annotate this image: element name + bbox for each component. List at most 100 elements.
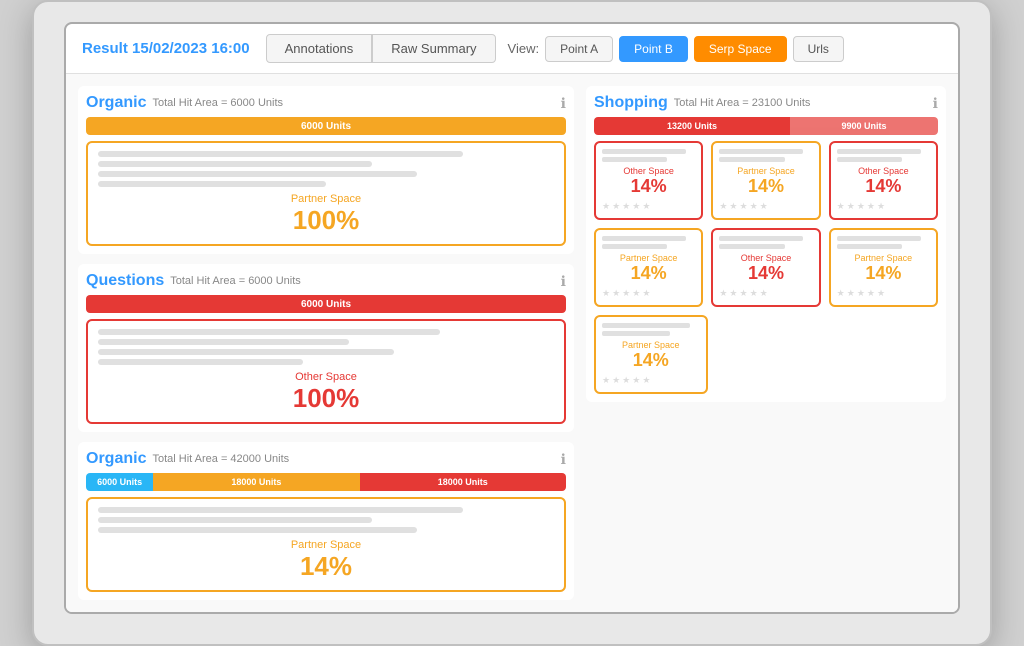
shop-card-2-stars: ★ ★ ★ ★ ★ [719, 201, 812, 212]
view-serp-space[interactable]: Serp Space [694, 36, 787, 62]
shop-card-3-label: Other Space [837, 166, 930, 176]
shop-card-1-lines [602, 149, 695, 162]
line [98, 151, 463, 157]
organic1-subtitle: Total Hit Area = 6000 Units [152, 97, 283, 109]
shop-card-5: Other Space 14% ★ ★ ★ ★ ★ [711, 228, 820, 307]
line [602, 331, 670, 336]
view-urls[interactable]: Urls [793, 36, 844, 62]
line [602, 157, 667, 162]
organic2-bar-seg1: 6000 Units [86, 473, 153, 491]
shop-bottom-lines [602, 323, 700, 336]
header: Result 15/02/2023 16:00 Annotations Raw … [66, 24, 958, 74]
line [837, 236, 921, 241]
line [719, 244, 784, 249]
shop-card-3-percent: 14% [837, 176, 930, 197]
view-point-b[interactable]: Point B [619, 36, 688, 62]
organic2-info-icon: ℹ [561, 451, 566, 468]
line [98, 349, 394, 355]
line [98, 507, 463, 513]
shop-card-2-label: Partner Space [719, 166, 812, 176]
organic-section-2: Organic Total Hit Area = 42000 Units ℹ 6… [78, 442, 574, 600]
line [719, 157, 784, 162]
tab-raw-summary[interactable]: Raw Summary [372, 34, 495, 63]
shopping-bar-seg2: 9900 Units [790, 117, 938, 135]
shop-card-4-stars: ★ ★ ★ ★ ★ [602, 288, 695, 299]
organic1-card-label: Partner Space [98, 193, 554, 205]
shop-card-4-label: Partner Space [602, 253, 695, 263]
shop-card-6: Partner Space 14% ★ ★ ★ ★ ★ [829, 228, 938, 307]
organic2-card-label: Partner Space [98, 539, 554, 551]
shop-card-1-percent: 14% [602, 176, 695, 197]
view-point-a[interactable]: Point A [545, 36, 613, 62]
shop-card-6-lines [837, 236, 930, 249]
shop-card-3: Other Space 14% ★ ★ ★ ★ ★ [829, 141, 938, 220]
shop-card-5-percent: 14% [719, 263, 812, 284]
shop-card-6-percent: 14% [837, 263, 930, 284]
screen: Result 15/02/2023 16:00 Annotations Raw … [64, 22, 960, 614]
organic2-subtitle: Total Hit Area = 42000 Units [152, 453, 289, 465]
line [98, 527, 417, 533]
shop-card-3-stars: ★ ★ ★ ★ ★ [837, 201, 930, 212]
organic2-title: Organic [86, 450, 146, 468]
organic1-card-lines [98, 151, 554, 187]
line [719, 236, 803, 241]
organic1-title: Organic [86, 94, 146, 112]
organic2-bar-seg3: 18000 Units [360, 473, 566, 491]
left-column: Organic Total Hit Area = 6000 Units ℹ 60… [78, 86, 574, 600]
shop-card-1-stars: ★ ★ ★ ★ ★ [602, 201, 695, 212]
questions-bar-segment: 6000 Units [86, 295, 566, 313]
line [837, 149, 921, 154]
questions-card-label: Other Space [98, 371, 554, 383]
shopping-grid-row2: Partner Space 14% ★ ★ ★ ★ ★ [594, 228, 938, 307]
laptop-shell: Result 15/02/2023 16:00 Annotations Raw … [32, 0, 992, 646]
shopping-header: Shopping Total Hit Area = 23100 Units ℹ [594, 94, 938, 112]
organic1-info-icon: ℹ [561, 95, 566, 112]
shopping-bar-seg1: 13200 Units [594, 117, 790, 135]
questions-card-lines [98, 329, 554, 365]
shop-card-2: Partner Space 14% ★ ★ ★ ★ ★ [711, 141, 820, 220]
organic2-header: Organic Total Hit Area = 42000 Units ℹ [86, 450, 566, 468]
organic2-card: Partner Space 14% [86, 497, 566, 592]
organic2-card-lines [98, 507, 554, 533]
shop-card-1-label: Other Space [602, 166, 695, 176]
line [602, 323, 690, 328]
shopping-bottom-single: Partner Space 14% ★ ★ ★ ★ ★ [594, 315, 708, 394]
questions-subtitle: Total Hit Area = 6000 Units [170, 275, 301, 287]
line [98, 329, 440, 335]
line [602, 236, 686, 241]
view-label: View: [508, 41, 540, 56]
organic1-bar-segment: 6000 Units [86, 117, 566, 135]
questions-card: Other Space 100% [86, 319, 566, 424]
questions-title: Questions [86, 272, 164, 290]
shop-card-5-label: Other Space [719, 253, 812, 263]
organic1-card: Partner Space 100% [86, 141, 566, 246]
line [719, 149, 803, 154]
shopping-info-icon: ℹ [933, 95, 938, 112]
line [98, 181, 326, 187]
shop-card-5-stars: ★ ★ ★ ★ ★ [719, 288, 812, 299]
tab-annotations[interactable]: Annotations [266, 34, 373, 63]
questions-card-percent: 100% [98, 383, 554, 414]
organic1-bar: 6000 Units [86, 117, 566, 135]
questions-header: Questions Total Hit Area = 6000 Units ℹ [86, 272, 566, 290]
shop-card-2-lines [719, 149, 812, 162]
line [602, 149, 686, 154]
shop-card-4: Partner Space 14% ★ ★ ★ ★ ★ [594, 228, 703, 307]
shop-card-6-stars: ★ ★ ★ ★ ★ [837, 288, 930, 299]
organic2-bar-seg2: 18000 Units [153, 473, 359, 491]
shop-card-4-lines [602, 236, 695, 249]
shop-card-1: Other Space 14% ★ ★ ★ ★ ★ [594, 141, 703, 220]
organic2-card-percent: 14% [98, 551, 554, 582]
right-column: Shopping Total Hit Area = 23100 Units ℹ … [586, 86, 946, 600]
shopping-subtitle: Total Hit Area = 23100 Units [674, 97, 811, 109]
shop-card-5-lines [719, 236, 812, 249]
organic1-card-percent: 100% [98, 205, 554, 236]
main-content: Organic Total Hit Area = 6000 Units ℹ 60… [66, 74, 958, 612]
result-title: Result 15/02/2023 16:00 [82, 40, 250, 57]
organic1-header: Organic Total Hit Area = 6000 Units ℹ [86, 94, 566, 112]
line [602, 244, 667, 249]
shop-card-2-percent: 14% [719, 176, 812, 197]
line [98, 359, 303, 365]
line [837, 244, 902, 249]
questions-bar: 6000 Units [86, 295, 566, 313]
